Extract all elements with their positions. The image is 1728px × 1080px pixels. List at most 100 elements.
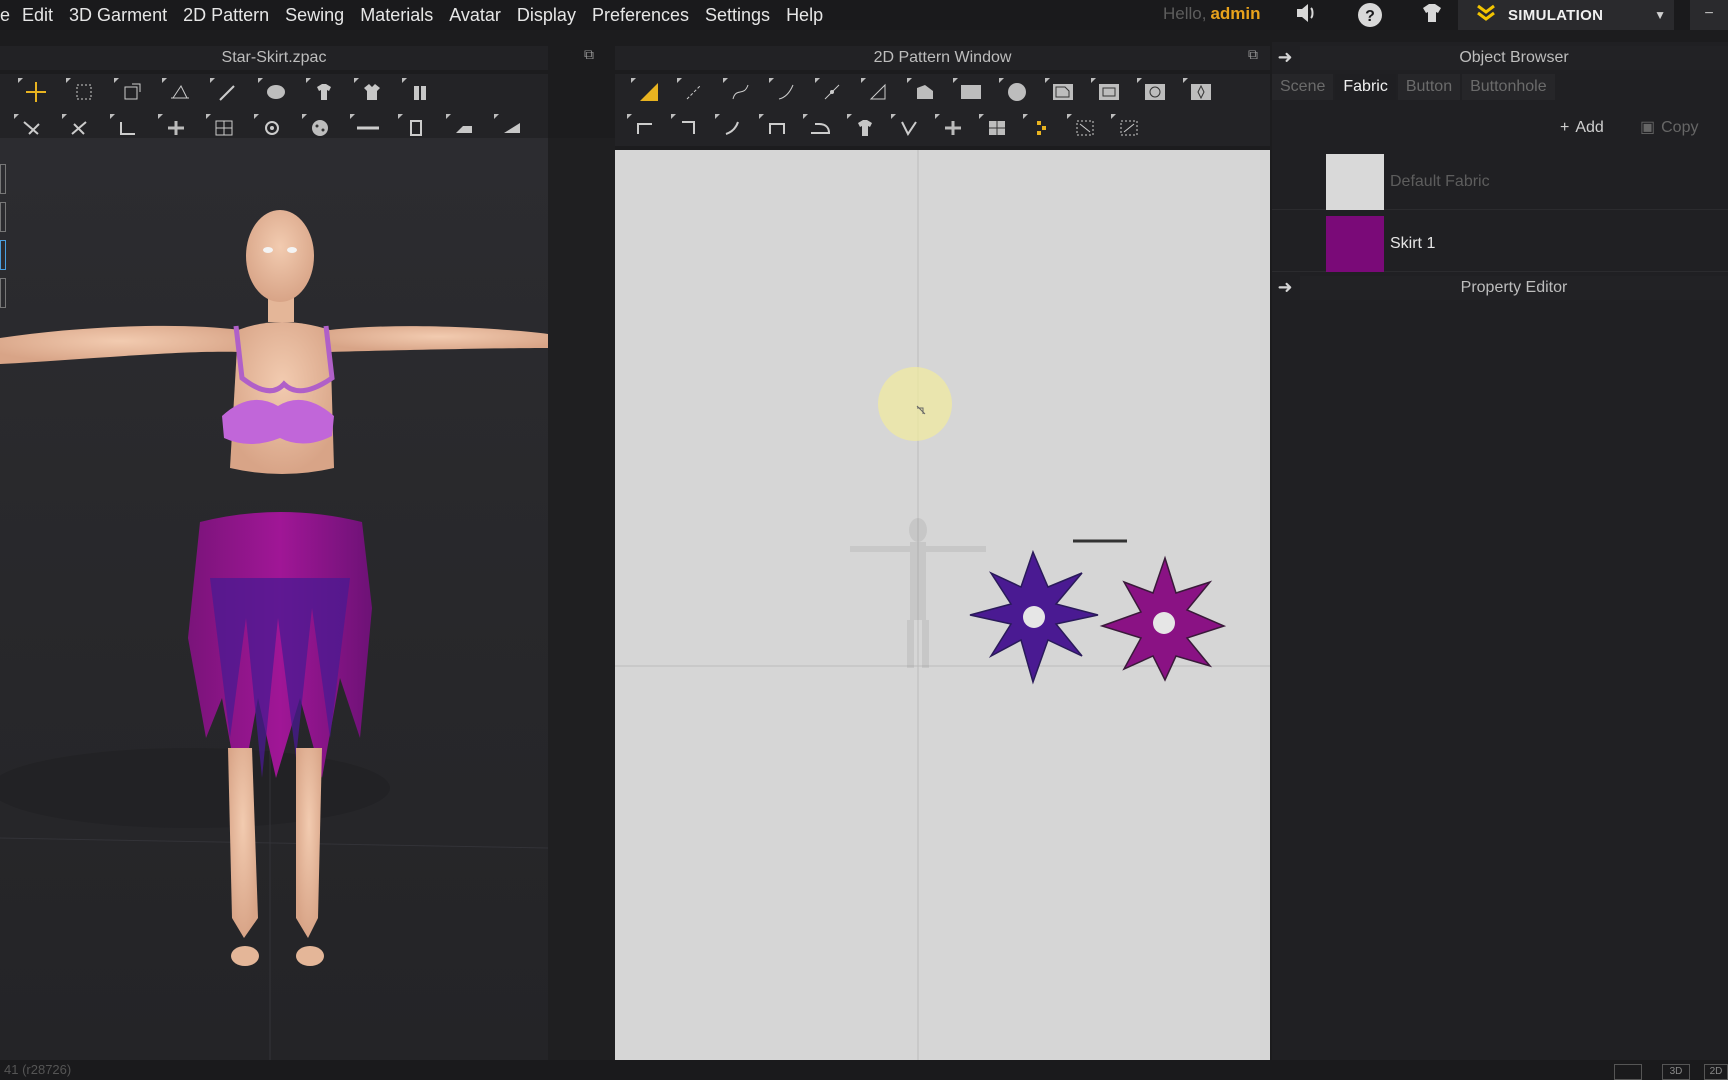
view2d-title: 2D Pattern Window <box>615 46 1270 70</box>
add-fabric-button[interactable]: + Add <box>1560 114 1604 142</box>
garment-icon[interactable] <box>1418 2 1446 28</box>
object-browser-tabs: Scene Fabric Button Buttonhole <box>1272 74 1728 100</box>
user-name[interactable]: admin <box>1210 4 1260 23</box>
transform-icon[interactable] <box>114 76 150 108</box>
side-handle[interactable] <box>0 240 6 270</box>
menu-materials[interactable]: Materials <box>352 5 441 26</box>
toolbar-2d-row1 <box>615 74 1270 110</box>
curve-point-icon[interactable] <box>723 76 759 108</box>
simulation-icon <box>1476 4 1496 27</box>
viewport-2d[interactable] <box>615 150 1270 1060</box>
svg-text:?: ? <box>1365 8 1375 25</box>
tshirt-icon[interactable] <box>306 76 342 108</box>
add-point-icon[interactable] <box>815 76 851 108</box>
chevron-down-icon[interactable]: ▼ <box>1654 8 1666 22</box>
menu-file-partial[interactable]: e <box>0 5 14 26</box>
tab-buttonhole[interactable]: Buttonhole <box>1462 74 1555 100</box>
cursor-highlight <box>878 367 952 441</box>
help-icon[interactable]: ? <box>1356 2 1384 28</box>
measure-icon[interactable] <box>891 112 927 144</box>
tab-button[interactable]: Button <box>1397 74 1461 100</box>
pattern-piece-purple-star <box>969 549 1099 685</box>
internal-circle-icon[interactable] <box>1137 76 1173 108</box>
internal-polygon-icon[interactable] <box>1045 76 1081 108</box>
menu-edit[interactable]: Edit <box>14 5 61 26</box>
segment-sewing-icon[interactable] <box>671 112 707 144</box>
transform-pattern-icon[interactable] <box>631 76 667 108</box>
brush-icon[interactable] <box>258 76 294 108</box>
move-tool-icon[interactable] <box>18 76 54 108</box>
internal-rectangle-icon[interactable] <box>1091 76 1127 108</box>
status-text: 41 (r28726) <box>4 1062 72 1077</box>
copy-icon: ▣ <box>1640 119 1656 136</box>
arrow-right-icon[interactable]: ➜ <box>1274 276 1296 298</box>
view3d-title: Star-Skirt.zpac <box>0 46 548 70</box>
circle-icon[interactable] <box>999 76 1035 108</box>
viewport-3d[interactable] <box>0 138 548 1060</box>
menu-3d-garment[interactable]: 3D Garment <box>61 5 175 26</box>
pin-icon[interactable] <box>210 76 246 108</box>
add-label: Add <box>1575 119 1604 136</box>
free-sewing-icon[interactable] <box>715 112 751 144</box>
menu-display[interactable]: Display <box>509 5 584 26</box>
rectangle-icon[interactable] <box>953 76 989 108</box>
menu-2d-pattern[interactable]: 2D Pattern <box>175 5 277 26</box>
edit-sewing-icon[interactable] <box>759 112 795 144</box>
property-editor-title: Property Editor <box>1300 276 1728 300</box>
pin-pattern-icon[interactable] <box>1023 112 1059 144</box>
side-handle[interactable] <box>0 202 6 232</box>
menu-avatar[interactable]: Avatar <box>441 5 509 26</box>
grade-icon[interactable] <box>1067 112 1103 144</box>
tab-scene[interactable]: Scene <box>1272 74 1334 100</box>
simulation-label: SIMULATION <box>1508 6 1604 24</box>
layer-icon[interactable] <box>402 76 438 108</box>
plus-icon: + <box>1560 119 1570 136</box>
fold-icon[interactable] <box>162 76 198 108</box>
polygon-icon[interactable] <box>861 76 897 108</box>
grade-edit-icon[interactable] <box>1111 112 1147 144</box>
fabric-swatch <box>1326 216 1384 272</box>
side-handle[interactable] <box>0 278 6 308</box>
popout-icon[interactable]: ⧉ <box>584 46 594 63</box>
edit-point-icon[interactable] <box>677 76 713 108</box>
pentagon-icon[interactable] <box>907 76 943 108</box>
copy-fabric-button[interactable]: ▣ Copy <box>1640 114 1698 142</box>
arrange-icon[interactable] <box>354 76 390 108</box>
menu-help[interactable]: Help <box>778 5 831 26</box>
menu-settings[interactable]: Settings <box>697 5 778 26</box>
status-bar: 41 (r28726) <box>0 1060 1728 1080</box>
user-greeting: Hello, admin <box>1163 4 1261 24</box>
pattern-piece-magenta-star <box>1099 555 1227 682</box>
split-view-button[interactable] <box>1614 1064 1642 1080</box>
view-3d-button[interactable]: 3D <box>1662 1064 1690 1080</box>
dart-icon[interactable] <box>1183 76 1219 108</box>
speaker-icon[interactable] <box>1292 2 1320 28</box>
select-box-icon[interactable] <box>66 76 102 108</box>
popout-icon[interactable]: ⧉ <box>1248 46 1258 63</box>
simulation-mode-selector[interactable]: SIMULATION ▼ <box>1458 0 1674 30</box>
tshirt-pattern-icon[interactable] <box>847 112 883 144</box>
fabric-item-skirt[interactable]: Skirt 1 <box>1272 212 1728 272</box>
object-browser-title: Object Browser <box>1300 46 1728 70</box>
sewing-icon[interactable] <box>627 112 663 144</box>
menu-sewing[interactable]: Sewing <box>277 5 352 26</box>
fabric-name: Default Fabric <box>1390 173 1490 190</box>
copy-label: Copy <box>1661 119 1699 136</box>
fabric-swatch <box>1326 154 1384 210</box>
iron-icon[interactable] <box>803 112 839 144</box>
edit-curvature-icon[interactable] <box>769 76 805 108</box>
toolbar-2d-row2 <box>615 110 1270 146</box>
greeting-text: Hello, <box>1163 4 1207 23</box>
arrow-right-icon[interactable]: ➜ <box>1274 46 1296 68</box>
side-handle[interactable] <box>0 164 6 194</box>
tab-fabric[interactable]: Fabric <box>1335 74 1396 100</box>
fabric-name: Skirt 1 <box>1390 235 1436 252</box>
avatar-scene <box>0 210 548 1060</box>
view-2d-button[interactable]: 2D <box>1704 1064 1728 1080</box>
fabric-item-default[interactable]: Default Fabric <box>1272 150 1728 210</box>
minimize-button[interactable]: − <box>1690 0 1728 30</box>
menu-preferences[interactable]: Preferences <box>584 5 697 26</box>
check-pattern-icon[interactable] <box>979 112 1015 144</box>
panel-divider[interactable] <box>548 138 615 1060</box>
fold-pattern-icon[interactable] <box>935 112 971 144</box>
